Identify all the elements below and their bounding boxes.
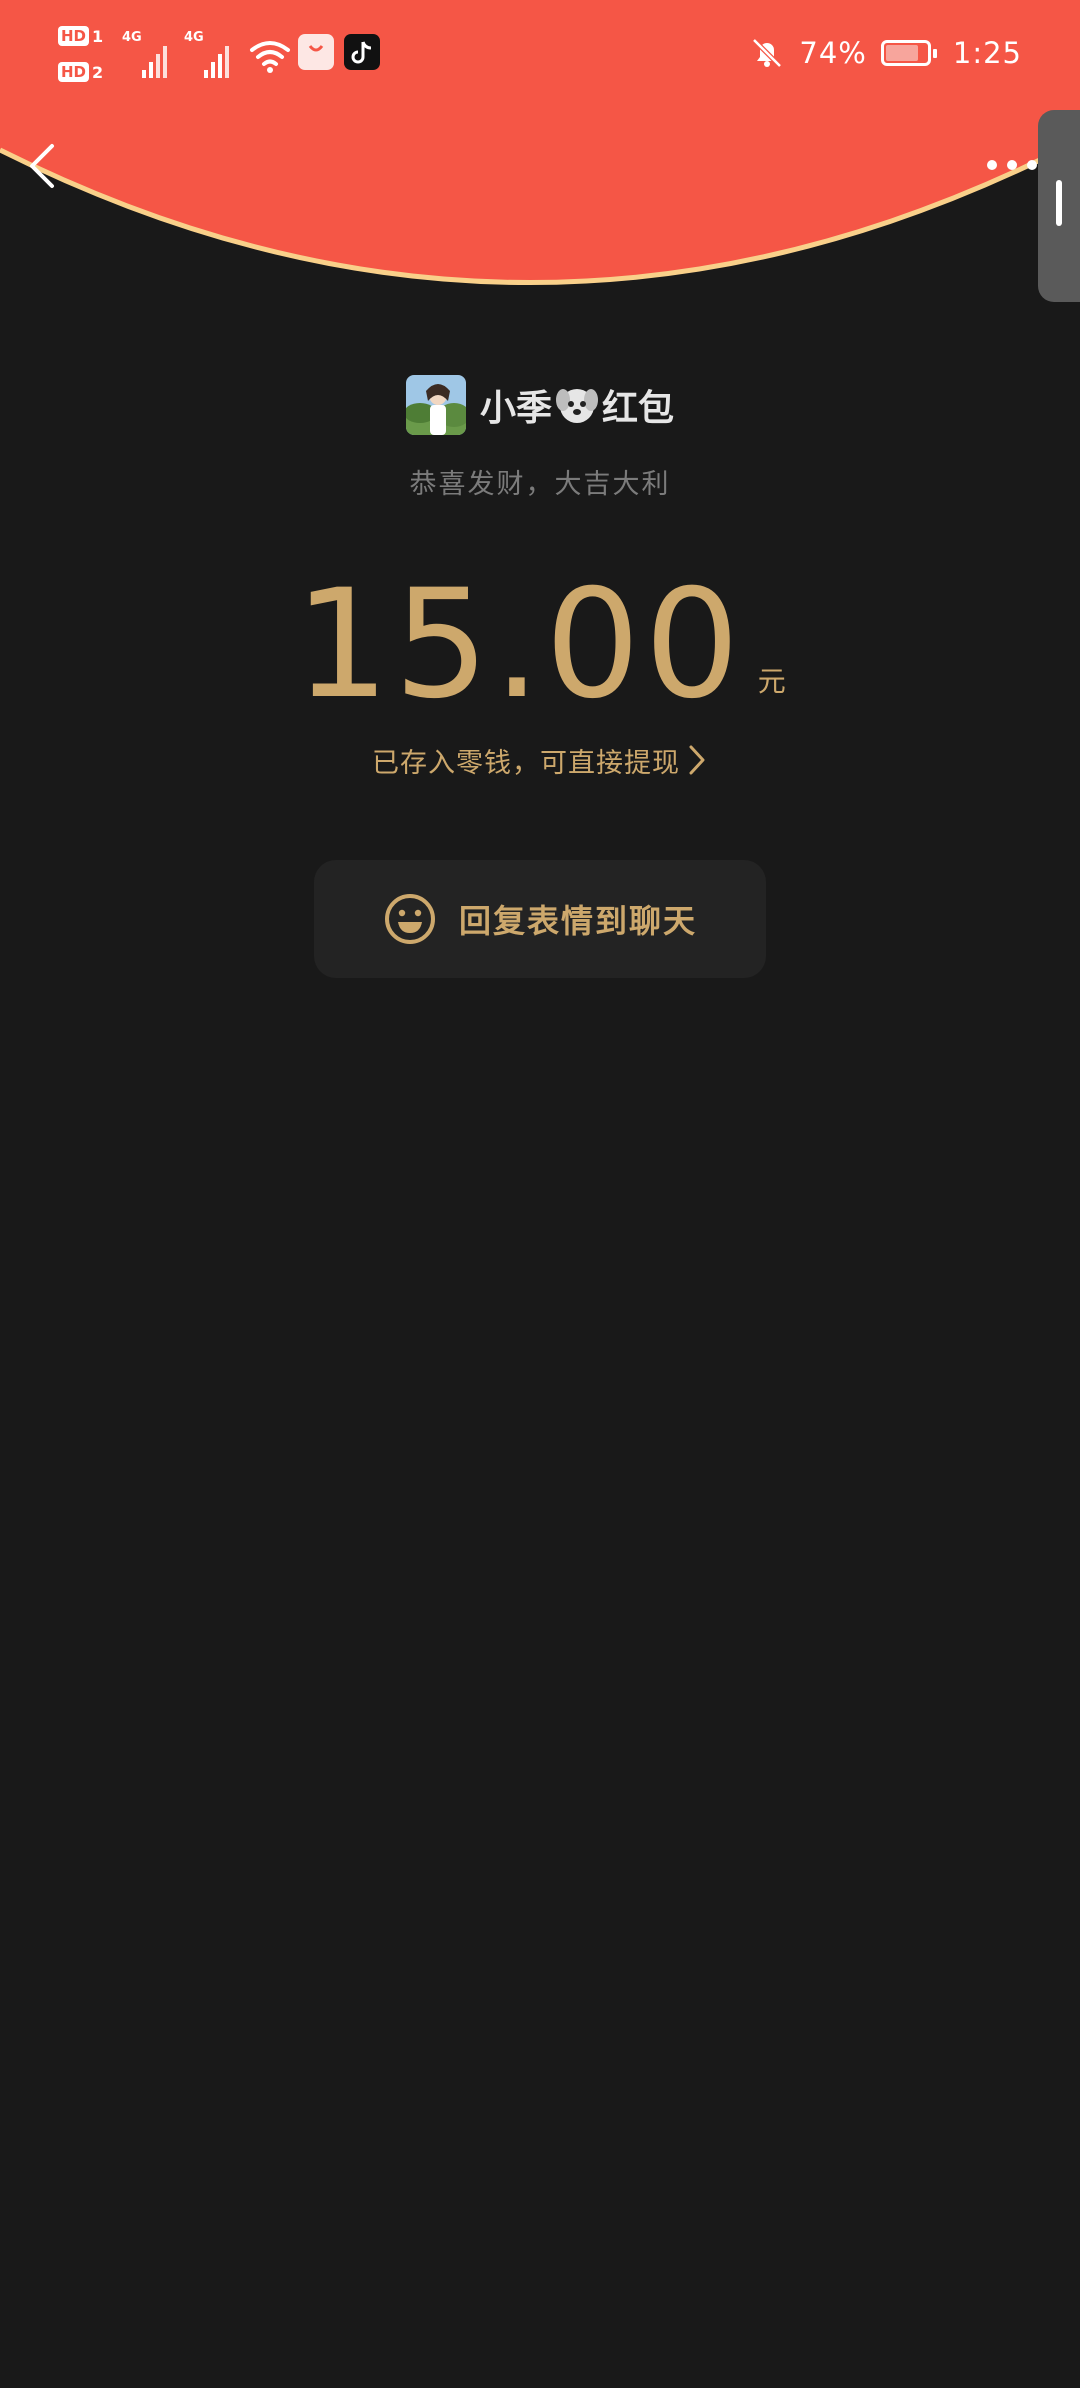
saved-to-wallet-text: 已存入零钱，可直接提现	[372, 747, 680, 779]
status-bar: HD 1 HD 2 4G 4G 74% 1:25	[0, 0, 1080, 110]
tiktok-icon	[344, 34, 380, 70]
battery-icon	[880, 40, 937, 66]
chevron-right-icon	[689, 745, 705, 775]
sim-indicators: HD 1 HD 2	[58, 22, 114, 94]
hd-badge-1: HD	[58, 26, 90, 46]
status-right: 74% 1:25	[749, 30, 1022, 76]
sender-row: 小季 红包	[0, 374, 1080, 436]
battery-percent: 74%	[799, 36, 867, 70]
bell-muted-icon	[752, 38, 783, 68]
sender-avatar	[405, 375, 466, 435]
sender-name: 小季	[479, 388, 552, 429]
back-icon[interactable]	[24, 138, 64, 194]
wifi-icon	[250, 41, 290, 73]
network-type-1: 4G	[122, 30, 142, 45]
blessing-text: 恭喜发财，大吉大利	[409, 469, 671, 500]
smiley-icon	[384, 894, 435, 944]
puppy-emoji-icon	[556, 389, 598, 423]
sim-2-number: 2	[92, 62, 104, 82]
network-type-2: 4G	[184, 30, 204, 45]
amount-value: 15.00	[294, 558, 744, 732]
side-handle-bar	[1056, 180, 1062, 226]
amount-row: 15.00 元	[0, 560, 1080, 720]
reply-sticker-label: 回复表情到聊天	[458, 902, 697, 940]
sim-1-number: 1	[92, 26, 104, 46]
more-options-icon[interactable]	[984, 150, 1040, 180]
saved-to-wallet-link[interactable]: 已存入零钱，可直接提现	[0, 738, 1080, 782]
shopping-app-icon	[298, 34, 334, 70]
sender-title: 小季 红包	[480, 379, 674, 431]
amount-unit: 元	[757, 665, 786, 698]
clock: 1:25	[952, 36, 1022, 70]
reply-sticker-button[interactable]: 回复表情到聊天	[314, 860, 766, 978]
signal-2-icon: 4G	[184, 30, 236, 84]
sender-suffix: 红包	[602, 388, 675, 429]
hd-badge-2: HD	[58, 62, 90, 82]
signal-1-icon: 4G	[122, 30, 174, 84]
floating-side-handle[interactable]	[1038, 110, 1080, 302]
